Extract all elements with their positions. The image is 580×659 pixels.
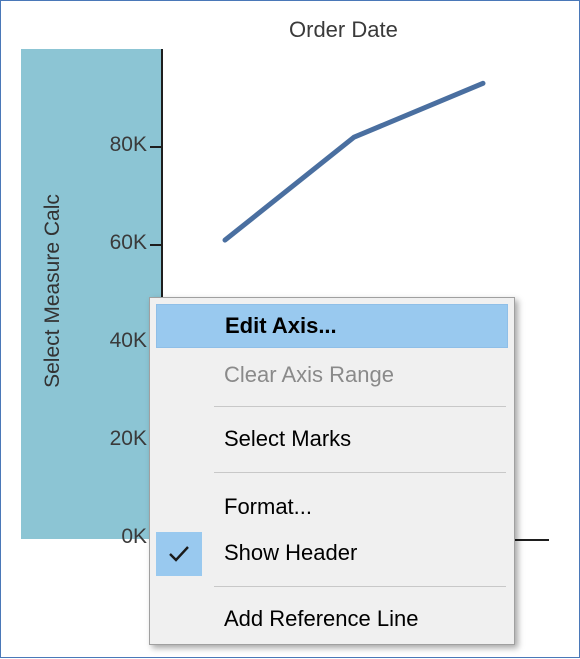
- menu-separator: [214, 586, 506, 587]
- menu-separator: [214, 472, 506, 473]
- chart-frame: Order Date Select Measure Calc 0K 20K 40K 6…: [0, 0, 580, 658]
- menu-item-label: Select Marks: [224, 426, 352, 451]
- menu-separator: [214, 406, 506, 407]
- menu-item-clear-axis-range: Clear Axis Range: [156, 354, 508, 398]
- menu-item-label: Show Header: [224, 540, 358, 565]
- menu-item-label: Format...: [224, 494, 313, 519]
- menu-item-format[interactable]: Format...: [156, 486, 508, 530]
- menu-item-select-marks[interactable]: Select Marks: [156, 418, 508, 462]
- menu-item-edit-axis[interactable]: Edit Axis...: [156, 304, 508, 348]
- series-line[interactable]: [222, 80, 486, 243]
- checkmark-icon: [156, 532, 202, 576]
- menu-item-label: Edit Axis...: [225, 313, 337, 338]
- menu-item-add-reference-line[interactable]: Add Reference Line: [156, 598, 508, 642]
- menu-item-label: Clear Axis Range: [224, 362, 394, 387]
- menu-item-label: Add Reference Line: [224, 606, 419, 631]
- menu-item-show-header[interactable]: Show Header: [156, 532, 508, 576]
- context-menu: Edit Axis... Clear Axis Range Select Mar…: [149, 297, 515, 645]
